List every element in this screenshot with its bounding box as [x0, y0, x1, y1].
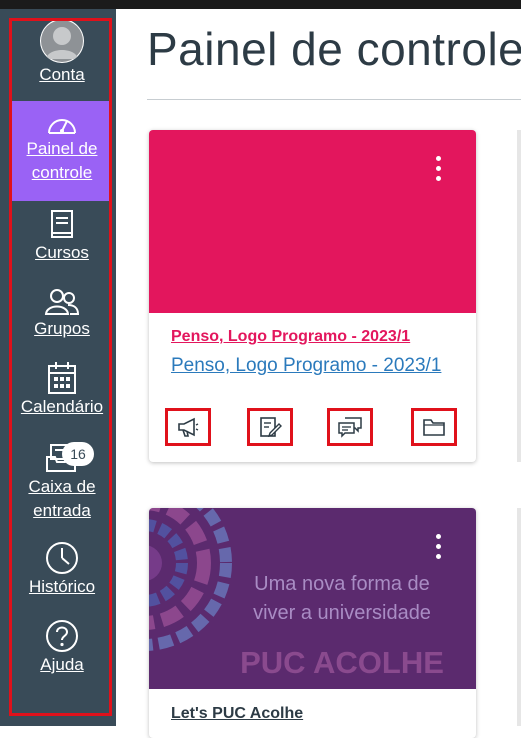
card-options-icon[interactable] — [436, 156, 442, 186]
assignment-icon — [260, 417, 282, 438]
nav-dashboard[interactable]: Painel de controle — [12, 101, 112, 201]
course-card: Uma nova forma de viver a universidade P… — [149, 508, 476, 738]
megaphone-icon — [178, 417, 199, 437]
nav-dashboard-label-2: controle — [31, 163, 93, 182]
discussion-icon — [338, 417, 362, 438]
course-name-link[interactable]: Let's PUC Acolhe — [171, 705, 303, 723]
nav-help-label: Ajuda — [40, 655, 84, 674]
nav-groups-label: Grupos — [34, 319, 90, 338]
nav-help[interactable]: Ajuda — [12, 619, 112, 691]
nav-dashboard-label-1: Painel de — [26, 139, 98, 158]
folder-icon — [423, 419, 445, 436]
nav-history[interactable]: Histórico — [12, 541, 112, 611]
title-divider — [147, 99, 521, 100]
next-card-edge — [517, 130, 521, 462]
card-options-icon[interactable] — [436, 534, 442, 564]
assignments-button[interactable] — [247, 408, 293, 446]
global-navigation: Conta Painel de controle Cursos Grupos C… — [0, 9, 116, 726]
speedometer-icon — [48, 119, 76, 134]
nav-inbox-label-2: entrada — [33, 501, 91, 520]
page-title: Painel de controle — [147, 23, 521, 75]
nav-calendar[interactable]: Calendário — [12, 361, 112, 431]
course-card-header[interactable]: Uma nova forma de viver a universidade P… — [149, 508, 476, 689]
clock-icon — [46, 542, 78, 574]
course-image: Uma nova forma de viver a universidade P… — [149, 508, 444, 680]
nav-calendar-label: Calendário — [20, 397, 104, 416]
course-name-link[interactable]: Penso, Logo Programo - 2023/1 — [171, 355, 456, 377]
image-text-line-1: Uma nova forma de — [254, 573, 430, 595]
top-bar — [0, 0, 521, 9]
help-icon — [46, 620, 78, 652]
nav-courses[interactable]: Cursos — [12, 209, 112, 277]
nav-courses-label: Cursos — [35, 243, 89, 262]
nav-account-label: Conta — [39, 65, 85, 84]
nav-groups[interactable]: Grupos — [12, 287, 112, 355]
image-title: PUC ACOLHE — [240, 645, 444, 680]
announcements-button[interactable] — [165, 408, 211, 446]
image-text-line-2: viver a universidade — [253, 602, 431, 624]
avatar — [40, 19, 84, 63]
course-card: Penso, Logo Programo - 2023/1 Penso, Log… — [149, 130, 476, 462]
calendar-icon — [48, 362, 76, 394]
book-icon — [51, 210, 73, 238]
course-card-header[interactable] — [149, 130, 476, 313]
nav-inbox-label-1: Caixa de — [28, 477, 96, 496]
nav-account[interactable]: Conta — [12, 19, 112, 101]
nav-history-label: Histórico — [28, 577, 96, 596]
files-button[interactable] — [411, 408, 457, 446]
next-card-edge — [517, 508, 521, 726]
groups-icon — [44, 289, 80, 315]
course-code-link[interactable]: Penso, Logo Programo - 2023/1 — [171, 328, 410, 346]
discussions-button[interactable] — [327, 408, 373, 446]
inbox-unread-badge: 16 — [62, 442, 94, 466]
